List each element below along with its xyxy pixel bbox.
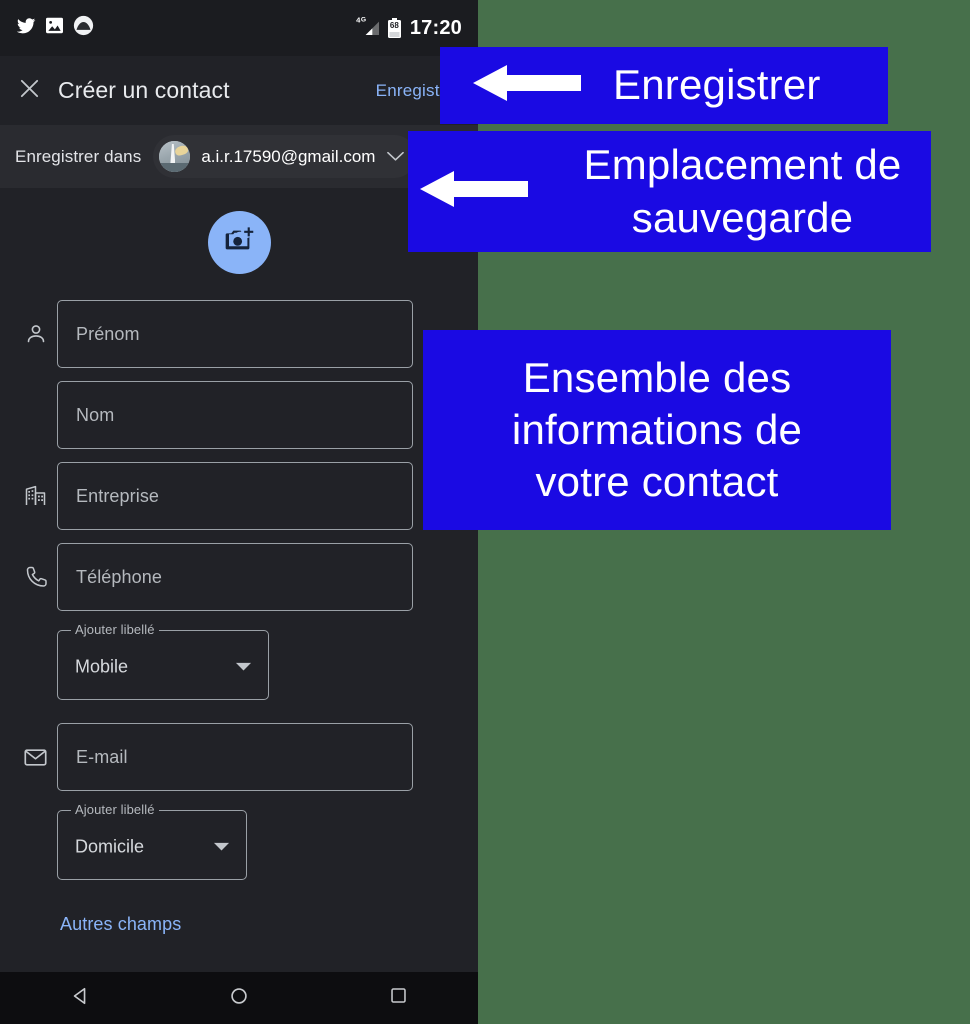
- chevron-down-icon[interactable]: [213, 839, 230, 857]
- add-photo-button[interactable]: [207, 211, 271, 274]
- contact-form: Prénom Nom Entreprise Téléphone Ajouter …: [0, 188, 478, 972]
- lastname-placeholder: Nom: [76, 404, 115, 425]
- firstname-placeholder: Prénom: [76, 323, 140, 344]
- home-circle-icon: [229, 986, 249, 1011]
- field-row-firstname: Prénom: [0, 300, 478, 368]
- company-placeholder: Entreprise: [76, 485, 160, 506]
- chevron-down-icon[interactable]: [235, 659, 252, 677]
- back-triangle-icon: [70, 986, 90, 1011]
- app-bar: Créer un contact Enregistrer: [0, 56, 478, 125]
- annotation-contact-info: Ensemble des informations de votre conta…: [423, 330, 891, 530]
- nav-back-button[interactable]: [0, 986, 159, 1011]
- svg-text:G: G: [361, 17, 366, 24]
- company-input[interactable]: Entreprise: [57, 462, 413, 530]
- account-selector-chip[interactable]: a.i.r.17590@gmail.com: [153, 135, 417, 178]
- email-input[interactable]: E-mail: [57, 723, 413, 791]
- left-arrow-icon: [473, 63, 581, 108]
- nav-recents-button[interactable]: [319, 986, 478, 1010]
- battery-percent: 68: [389, 20, 399, 30]
- close-button[interactable]: [0, 56, 58, 125]
- page-title: Créer un contact: [58, 77, 230, 103]
- phone-placeholder: Téléphone: [76, 566, 162, 587]
- annotation-save-text: Enregistrer: [613, 61, 821, 109]
- twitter-icon: [16, 16, 36, 41]
- email-label-select[interactable]: Ajouter libellé Domicile: [57, 802, 247, 880]
- save-location-row: Enregistrer dans a.i.r.17590@gmail.com: [0, 125, 478, 188]
- save-location-label: Enregistrer dans: [15, 146, 142, 166]
- email-icon: [14, 723, 57, 770]
- status-bar-system: 4 G 68 17:20: [356, 15, 462, 41]
- email-placeholder: E-mail: [76, 746, 128, 767]
- field-row-company: Entreprise: [0, 462, 478, 530]
- left-arrow-icon: [420, 169, 528, 214]
- status-bar-notifications: [16, 15, 94, 41]
- app-circle-icon: [73, 15, 94, 41]
- more-fields-link[interactable]: Autres champs: [0, 914, 478, 935]
- phone-icon: [14, 543, 57, 589]
- phone-label-title: Ajouter libellé: [71, 622, 159, 638]
- email-label-title: Ajouter libellé: [71, 802, 159, 818]
- person-icon: [14, 300, 57, 346]
- phone-label-select[interactable]: Ajouter libellé Mobile: [57, 622, 269, 700]
- phone-input[interactable]: Téléphone: [57, 543, 413, 611]
- annotation-save-location-text: Emplacement de sauvegarde: [583, 141, 902, 241]
- annotation-contact-info-text: Ensemble des informations de votre conta…: [511, 353, 803, 506]
- avatar: [159, 141, 191, 172]
- annotation-save: Enregistrer: [440, 47, 888, 124]
- photo-button-container: [0, 188, 478, 274]
- status-bar: 4 G 68 17:20: [0, 0, 478, 56]
- lastname-input[interactable]: Nom: [57, 381, 413, 449]
- phone-screen: 4 G 68 17:20 Créer un contact Enregistre…: [0, 0, 478, 1024]
- account-email: a.i.r.17590@gmail.com: [201, 146, 376, 166]
- nav-home-button[interactable]: [159, 986, 318, 1011]
- field-row-phone: Téléphone Ajouter libellé Mobile: [0, 543, 478, 700]
- recents-square-icon: [389, 986, 408, 1010]
- clock: 17:20: [409, 17, 462, 39]
- field-row-email: E-mail Ajouter libellé Domicile: [0, 723, 478, 880]
- field-row-lastname: Nom: [0, 381, 478, 449]
- add-a-photo-icon: [223, 224, 255, 261]
- signal-4g-icon: 4 G: [356, 15, 381, 41]
- chevron-down-icon[interactable]: [375, 151, 410, 162]
- annotation-save-location: Emplacement de sauvegarde: [408, 131, 931, 252]
- android-nav-bar: [0, 972, 478, 1024]
- firstname-input[interactable]: Prénom: [57, 300, 413, 368]
- close-icon: [18, 77, 41, 105]
- phone-label-value: Mobile: [75, 656, 129, 677]
- business-icon: [14, 462, 57, 508]
- battery-icon: 68: [387, 17, 402, 39]
- email-label-value: Domicile: [75, 836, 145, 857]
- gallery-icon: [45, 17, 64, 39]
